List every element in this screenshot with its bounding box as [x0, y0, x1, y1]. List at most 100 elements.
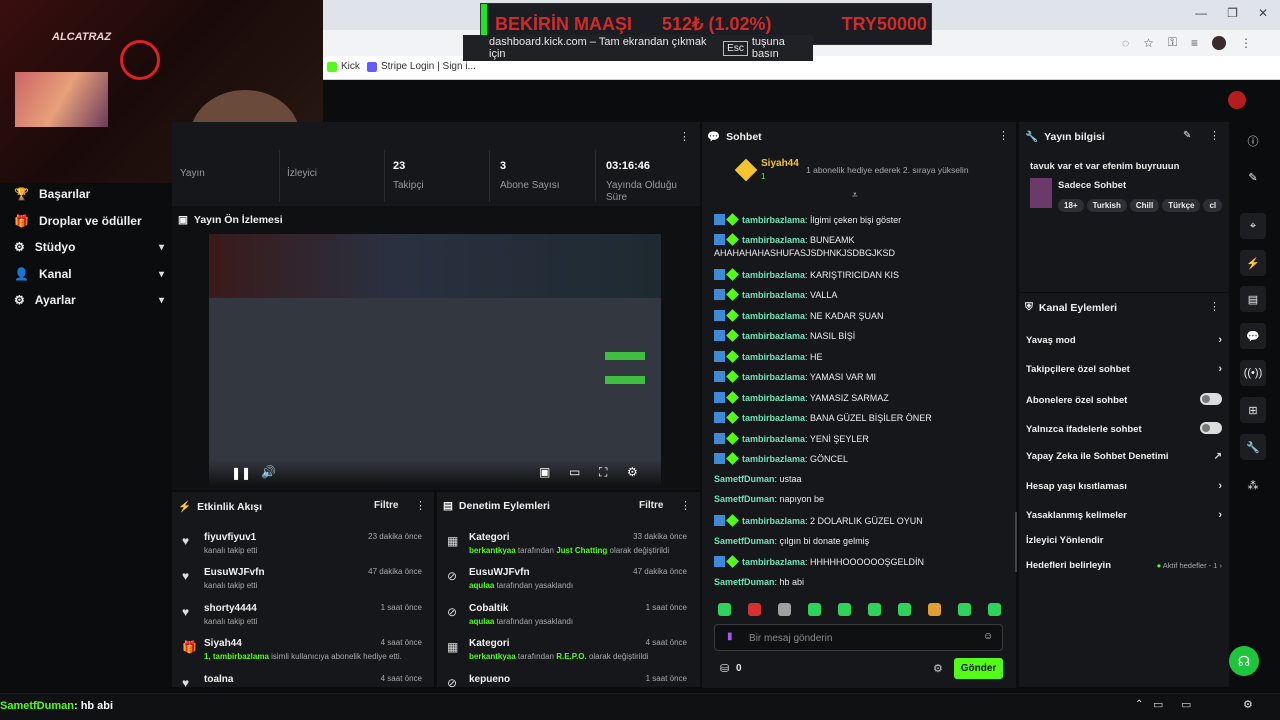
chat-username[interactable]: tambirbazlama: [742, 516, 805, 526]
more-icon[interactable]: ⋮: [998, 129, 1009, 142]
menu-icon[interactable]: ⋮: [1240, 36, 1252, 50]
emote-icon[interactable]: [958, 603, 971, 616]
action-goals[interactable]: Hedefleri belirleyin ● Aktif hedefler - 1…: [1026, 560, 1222, 571]
apps-icon[interactable]: ⁂: [1240, 472, 1266, 498]
chat-username[interactable]: tambirbazlama: [742, 557, 805, 567]
action-raid[interactable]: İzleyici Yönlendir: [1026, 535, 1222, 546]
action-slow-mode[interactable]: Yavaş mod ›: [1026, 334, 1222, 346]
points-icon[interactable]: ⛁: [720, 662, 729, 675]
chat-username[interactable]: tambirbazlama: [742, 372, 805, 382]
channel-icon: 👤: [14, 267, 29, 281]
send-button[interactable]: Gönder: [954, 658, 1003, 679]
gear-icon[interactable]: ⚙: [933, 662, 943, 675]
chat-username[interactable]: tambirbazlama: [742, 311, 805, 321]
chat-username[interactable]: tambirbazlama: [742, 434, 805, 444]
chat-username[interactable]: tambirbazlama: [742, 352, 805, 362]
sidebar-item-channel[interactable]: 👤 Kanal ▾: [14, 267, 164, 281]
more-icon[interactable]: ⋮: [1209, 300, 1220, 313]
theater-icon[interactable]: ▭: [569, 465, 580, 479]
pencil-icon[interactable]: ✎: [1183, 130, 1191, 141]
wrench-icon[interactable]: 🔧: [1240, 434, 1266, 460]
chat-username[interactable]: SametfDuman: [714, 577, 775, 587]
media-icon[interactable]: ≡: [1191, 36, 1198, 50]
emote-icon[interactable]: [718, 603, 731, 616]
tag-chip[interactable]: cl: [1203, 199, 1223, 212]
emote-icon[interactable]: [898, 603, 911, 616]
emote-icon[interactable]: [778, 603, 791, 616]
more-icon[interactable]: ⋮: [680, 499, 691, 512]
collapse-icon[interactable]: ⩡: [852, 190, 858, 201]
chat-username[interactable]: tambirbazlama: [742, 413, 805, 423]
emote-icon[interactable]: [838, 603, 851, 616]
emote-icon[interactable]: [988, 603, 1001, 616]
chat-username[interactable]: tambirbazlama: [742, 215, 805, 225]
display-icon[interactable]: ▭: [1153, 698, 1163, 711]
subscribers-only-toggle[interactable]: [1200, 393, 1222, 405]
fullscreen-icon[interactable]: ⛶: [599, 465, 607, 480]
pause-icon[interactable]: ❚❚: [231, 466, 251, 480]
sidebar-item-drops[interactable]: 🎁 Droplar ve ödüller: [14, 214, 164, 228]
lightning-icon[interactable]: ⚡: [1240, 250, 1266, 276]
action-followers-only[interactable]: Takipçilere özel sohbet ›: [1026, 363, 1222, 375]
chat-username[interactable]: SametfDuman: [714, 474, 775, 484]
action-ai-moderation[interactable]: Yapay Zeka ile Sohbet Denetimi ↗: [1026, 451, 1222, 462]
chat-username[interactable]: tambirbazlama: [742, 393, 805, 403]
sidebar-item-studio[interactable]: ⚙ Stüdyo ▾: [14, 240, 164, 254]
emote-only-toggle[interactable]: [1200, 422, 1222, 434]
more-icon[interactable]: ⋮: [1209, 129, 1220, 142]
category-thumbnail: [1030, 178, 1052, 208]
layout-icon[interactable]: ⊞: [1240, 397, 1266, 423]
tag-chip[interactable]: 18+: [1058, 199, 1084, 212]
key-icon[interactable]: ⚿: [1168, 35, 1177, 50]
chat-username[interactable]: tambirbazlama: [742, 270, 805, 280]
eye-off-icon[interactable]: ◌: [1122, 36, 1129, 50]
close-icon[interactable]: ✕: [1258, 6, 1268, 20]
more-icon[interactable]: ⋮: [679, 130, 690, 143]
help-button[interactable]: ☊: [1229, 646, 1259, 676]
sidebar-item-settings[interactable]: ⚙ Ayarlar ▾: [14, 293, 164, 307]
profile-avatar[interactable]: [1212, 35, 1226, 50]
pip-icon[interactable]: ▣: [539, 465, 550, 479]
screenshot-icon[interactable]: ⌖: [1240, 213, 1266, 239]
bookmark-kick[interactable]: Kick: [327, 61, 360, 72]
chat-icon[interactable]: 💬: [1240, 323, 1266, 349]
chat-username[interactable]: tambirbazlama: [742, 290, 805, 300]
chat-username[interactable]: tambirbazlama: [742, 331, 805, 341]
tray-chevron-icon[interactable]: ⌃: [1135, 699, 1143, 710]
star-icon[interactable]: ☆: [1143, 36, 1154, 50]
gear-icon[interactable]: ⚙: [627, 465, 638, 479]
info-icon[interactable]: ⓘ: [1240, 128, 1266, 154]
more-icon[interactable]: ⋮: [415, 499, 426, 512]
action-account-age[interactable]: Hesap yaşı kısıtlaması ›: [1026, 480, 1222, 492]
bookmark-stripe[interactable]: Stripe Login | Sign i...: [367, 61, 476, 72]
document-icon[interactable]: ▤: [1240, 286, 1266, 312]
action-banned-words[interactable]: Yasaklanmış kelimeler ›: [1026, 509, 1222, 521]
emote-icon[interactable]: [868, 603, 881, 616]
tag-chip[interactable]: Turkish: [1086, 199, 1127, 212]
volume-icon[interactable]: 🔊: [261, 465, 276, 479]
tag-chip[interactable]: Chill: [1129, 199, 1160, 212]
tag-chip[interactable]: Türkçe: [1162, 199, 1201, 212]
network-icon[interactable]: ▭: [1181, 698, 1191, 711]
sidebar-item-achievements[interactable]: 🏆 Başarılar: [14, 187, 164, 201]
emote-icon[interactable]: [808, 603, 821, 616]
chat-input[interactable]: ▮ Bir mesaj gönderin ☺: [714, 624, 1003, 651]
stream-preview-video[interactable]: ❚❚ 🔊 ▣ ▭ ⛶ ⚙: [209, 234, 661, 486]
emote-icon[interactable]: [928, 603, 941, 616]
filter-button[interactable]: Filtre: [374, 500, 398, 511]
chat-username[interactable]: SametfDuman: [714, 494, 775, 504]
filter-button[interactable]: Filtre: [639, 500, 663, 511]
emoji-icon[interactable]: ☺: [983, 631, 993, 642]
monitor-icon: ▣: [178, 214, 188, 226]
broadcast-icon[interactable]: ((•)): [1240, 360, 1266, 386]
restore-icon[interactable]: ❐: [1227, 6, 1238, 20]
chat-username[interactable]: tambirbazlama: [742, 454, 805, 464]
gear-icon[interactable]: ⚙: [1243, 698, 1253, 711]
pencil-icon[interactable]: ✎: [1240, 164, 1266, 190]
chat-username[interactable]: SametfDuman: [714, 536, 775, 546]
minimize-icon[interactable]: —: [1195, 6, 1207, 20]
chat-scrollbar[interactable]: [1015, 512, 1017, 572]
user-avatar[interactable]: [1228, 91, 1246, 109]
emote-icon[interactable]: [748, 603, 761, 616]
chat-username[interactable]: tambirbazlama: [742, 235, 805, 245]
